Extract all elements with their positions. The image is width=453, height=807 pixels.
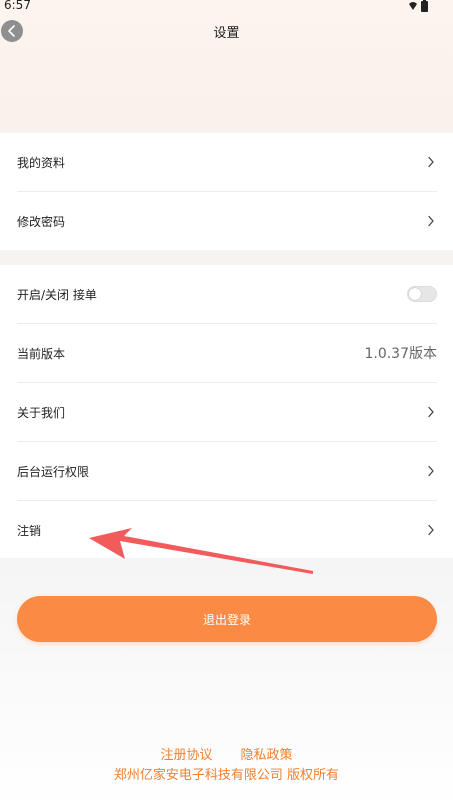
row-label: 关于我们 (17, 405, 66, 420)
row-label: 我的资料 (17, 155, 66, 170)
settings-row-order-toggle: 开启/关闭 接单 (17, 265, 437, 323)
footer: 注册协议 隐私政策 郑州亿家安电子科技有限公司 版权所有 (0, 746, 453, 786)
chevron-right-icon (428, 465, 434, 477)
wifi-icon (409, 2, 417, 10)
settings-row-about-us[interactable]: 关于我们 (17, 383, 437, 441)
settings-group-account: 我的资料 修改密码 (0, 133, 453, 250)
order-accept-toggle[interactable] (407, 286, 437, 302)
row-label: 后台运行权限 (17, 464, 90, 479)
settings-row-deregister[interactable]: 注销 (17, 501, 437, 559)
header: 设置 (0, 14, 453, 50)
row-label: 注销 (17, 523, 42, 538)
settings-row-background-permission[interactable]: 后台运行权限 (17, 442, 437, 500)
privacy-link[interactable]: 隐私政策 (241, 746, 293, 766)
chevron-right-icon (428, 524, 434, 536)
status-time: 6:57 (4, 0, 31, 12)
footer-links: 注册协议 隐私政策 (0, 746, 453, 766)
status-bar: 6:57 (0, 0, 453, 14)
chevron-right-icon (428, 406, 434, 418)
logout-button[interactable]: 退出登录 (17, 596, 437, 642)
toggle-knob (409, 288, 421, 300)
settings-row-my-profile[interactable]: 我的资料 (17, 133, 437, 191)
row-label: 开启/关闭 接单 (17, 287, 97, 302)
settings-row-current-version: 当前版本 1.0.37版本 (17, 324, 437, 382)
settings-row-change-password[interactable]: 修改密码 (17, 192, 437, 250)
page-title: 设置 (213, 26, 240, 41)
row-label: 修改密码 (17, 214, 66, 229)
terms-link[interactable]: 注册协议 (160, 746, 212, 766)
settings-group-app: 开启/关闭 接单 当前版本 1.0.37版本 关于我们 后台运行权限 注销 (0, 265, 453, 558)
row-label: 当前版本 (17, 346, 66, 361)
chevron-right-icon (428, 156, 434, 168)
battery-icon (421, 0, 428, 12)
version-value: 1.0.37版本 (364, 346, 437, 362)
copyright-text: 郑州亿家安电子科技有限公司 版权所有 (113, 768, 340, 783)
status-icons (409, 0, 428, 12)
chevron-right-icon (428, 215, 434, 227)
